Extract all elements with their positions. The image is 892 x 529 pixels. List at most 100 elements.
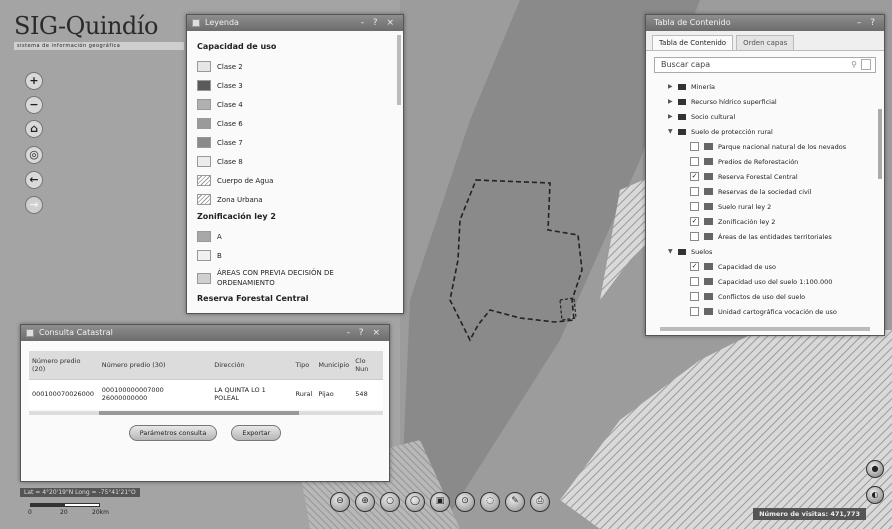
layer-item[interactable]: Suelo rural ley 2: [654, 199, 876, 214]
table-column-header[interactable]: Número predio (20): [29, 351, 99, 379]
legend-item-label: Clase 4: [217, 100, 243, 109]
search-icon[interactable]: ⚲: [851, 58, 857, 72]
table-cell: 000100070026000: [29, 378, 99, 409]
legend-window-controls[interactable]: - ? ×: [361, 15, 397, 31]
layer-label: Conflictos de uso del suelo: [718, 292, 806, 301]
map-tool-button[interactable]: ◯: [405, 492, 425, 512]
map-tool-button[interactable]: ○: [380, 492, 400, 512]
query-window-controls[interactable]: - ? ×: [347, 325, 383, 341]
legend-swatch: [197, 231, 211, 242]
layer-checkbox[interactable]: [690, 202, 699, 211]
layer-checkbox[interactable]: [690, 142, 699, 151]
layer-group[interactable]: ▼ Suelos: [654, 244, 876, 259]
layer-group[interactable]: ▶ Socio cultural: [654, 109, 876, 124]
layer-checkbox[interactable]: [690, 232, 699, 241]
map-tool-button[interactable]: ⊙: [455, 492, 475, 512]
layer-checkbox[interactable]: [690, 307, 699, 316]
legend-item-label: Clase 7: [217, 138, 243, 147]
tab-tabla-contenido[interactable]: Tabla de Contenido: [652, 35, 734, 50]
layer-item[interactable]: Unidad cartográfica vocación de uso: [654, 304, 876, 319]
table-column-header[interactable]: Dirección: [211, 351, 293, 379]
layer-icon: [704, 218, 713, 225]
layer-tree-scrollbar[interactable]: [878, 109, 882, 179]
collapse-arrow-icon[interactable]: ▼: [668, 248, 678, 255]
toc-window-controls[interactable]: – ?: [857, 15, 878, 31]
layer-group[interactable]: ▶ Recurso hídrico superficial: [654, 94, 876, 109]
toc-header[interactable]: Tabla de Contenido – ?: [646, 15, 884, 31]
layer-label: Áreas de las entidades territoriales: [718, 232, 832, 241]
layer-checkbox[interactable]: [690, 187, 699, 196]
query-hscrollbar[interactable]: [29, 411, 383, 415]
legend-body: Capacidad de uso Clase 2 Clase 3 Clase 4 Cla…: [187, 31, 403, 313]
layer-group[interactable]: ▼ Suelo de protección rural: [654, 124, 876, 139]
layer-label: Suelo rural ley 2: [718, 202, 772, 211]
layer-checkbox[interactable]: ✓: [690, 262, 699, 271]
visibility-button[interactable]: ◐: [866, 486, 884, 504]
visit-counter-label: Número de visitas:: [759, 510, 829, 518]
expand-arrow-icon[interactable]: ▶: [668, 98, 678, 105]
zoom-in-button[interactable]: +: [25, 72, 43, 90]
home-button[interactable]: ⌂: [25, 120, 43, 138]
query-header[interactable]: Consulta Catastral - ? ×: [21, 325, 389, 341]
scale-label-0: 0: [28, 509, 32, 516]
expand-arrow-icon[interactable]: ▶: [668, 113, 678, 120]
map-tool-button[interactable]: ⎙: [530, 492, 550, 512]
query-results-table: Número predio (20) Número predio (30) Dire…: [29, 351, 383, 409]
toc-hscrollbar[interactable]: [660, 327, 870, 331]
map-tool-button[interactable]: ⊕: [355, 492, 375, 512]
collapse-arrow-icon[interactable]: ▼: [668, 128, 678, 135]
logo-subtitle: sistema de información geográfica: [14, 42, 184, 50]
layer-icon: [704, 293, 713, 300]
layer-label: Parque nacional natural de los nevados: [718, 142, 847, 151]
folder-icon: [678, 98, 686, 105]
table-column-header[interactable]: Municipio: [315, 351, 353, 379]
query-params-button[interactable]: Parámetros consulta: [128, 425, 218, 441]
table-column-header[interactable]: Clo Nun: [352, 351, 383, 379]
map-tool-button[interactable]: ⊖: [330, 492, 350, 512]
layer-label: Predios de Reforestación: [718, 157, 799, 166]
query-icon: [26, 329, 34, 337]
logo-title: SIG-Quindío: [14, 12, 158, 40]
layer-item[interactable]: Parque nacional natural de los nevados: [654, 139, 876, 154]
layer-checkbox[interactable]: [690, 157, 699, 166]
folder-icon: [678, 248, 686, 255]
basemap-toggle-button[interactable]: ●: [866, 460, 884, 478]
legend-item-label: Clase 6: [217, 119, 243, 128]
table-column-header[interactable]: Número predio (30): [98, 351, 212, 379]
expand-arrow-icon[interactable]: ▶: [668, 83, 678, 90]
layer-checkbox[interactable]: [690, 292, 699, 301]
legend-item-label: Clase 8: [217, 157, 243, 166]
legend-scrollbar[interactable]: [397, 35, 401, 105]
legend-header[interactable]: Leyenda - ? ×: [187, 15, 403, 31]
layer-checkbox[interactable]: ✓: [690, 172, 699, 181]
layer-item[interactable]: Reservas de la sociedad civil: [654, 184, 876, 199]
layer-item[interactable]: ✓ Zonificación ley 2: [654, 214, 876, 229]
layer-item[interactable]: Predios de Reforestación: [654, 154, 876, 169]
layer-item[interactable]: ✓ Capacidad de uso: [654, 259, 876, 274]
legend-item-label: ÁREAS CON PREVIA DECISIÓN DE ORDENAMIENT…: [216, 269, 334, 287]
map-tool-button[interactable]: ▣: [430, 492, 450, 512]
legend-item: Cuerpo de Agua: [197, 171, 393, 190]
zoom-out-button[interactable]: −: [25, 96, 43, 114]
layer-checkbox[interactable]: ✓: [690, 217, 699, 226]
legend-swatch: [197, 118, 211, 129]
folder-icon: [678, 83, 686, 90]
layer-item[interactable]: Áreas de las entidades territoriales: [654, 229, 876, 244]
layer-search-input[interactable]: Buscar capa ⚲: [654, 57, 876, 73]
map-tool-button[interactable]: ◌: [480, 492, 500, 512]
layer-item[interactable]: ✓ Reserva Forestal Central: [654, 169, 876, 184]
back-button[interactable]: ←: [25, 171, 43, 189]
locate-button[interactable]: ◎: [25, 146, 43, 164]
tab-orden-capas[interactable]: Orden capas: [736, 35, 795, 50]
layer-group[interactable]: ▶ Minería: [654, 79, 876, 94]
forward-button[interactable]: →: [25, 196, 43, 214]
layer-checkbox[interactable]: [690, 277, 699, 286]
layer-item[interactable]: Conflictos de uso del suelo: [654, 289, 876, 304]
table-row[interactable]: 000100070026000 000100000007000 260000000…: [29, 378, 383, 409]
clear-search-icon[interactable]: [861, 59, 871, 70]
layer-item[interactable]: Capacidad uso del suelo 1:100.000: [654, 274, 876, 289]
export-button[interactable]: Exportar: [231, 425, 282, 441]
map-tool-button[interactable]: ✎: [505, 492, 525, 512]
table-column-header[interactable]: Tipo: [292, 351, 316, 379]
app-logo: SIG-Quindío sistema de información geogr…: [14, 12, 184, 56]
